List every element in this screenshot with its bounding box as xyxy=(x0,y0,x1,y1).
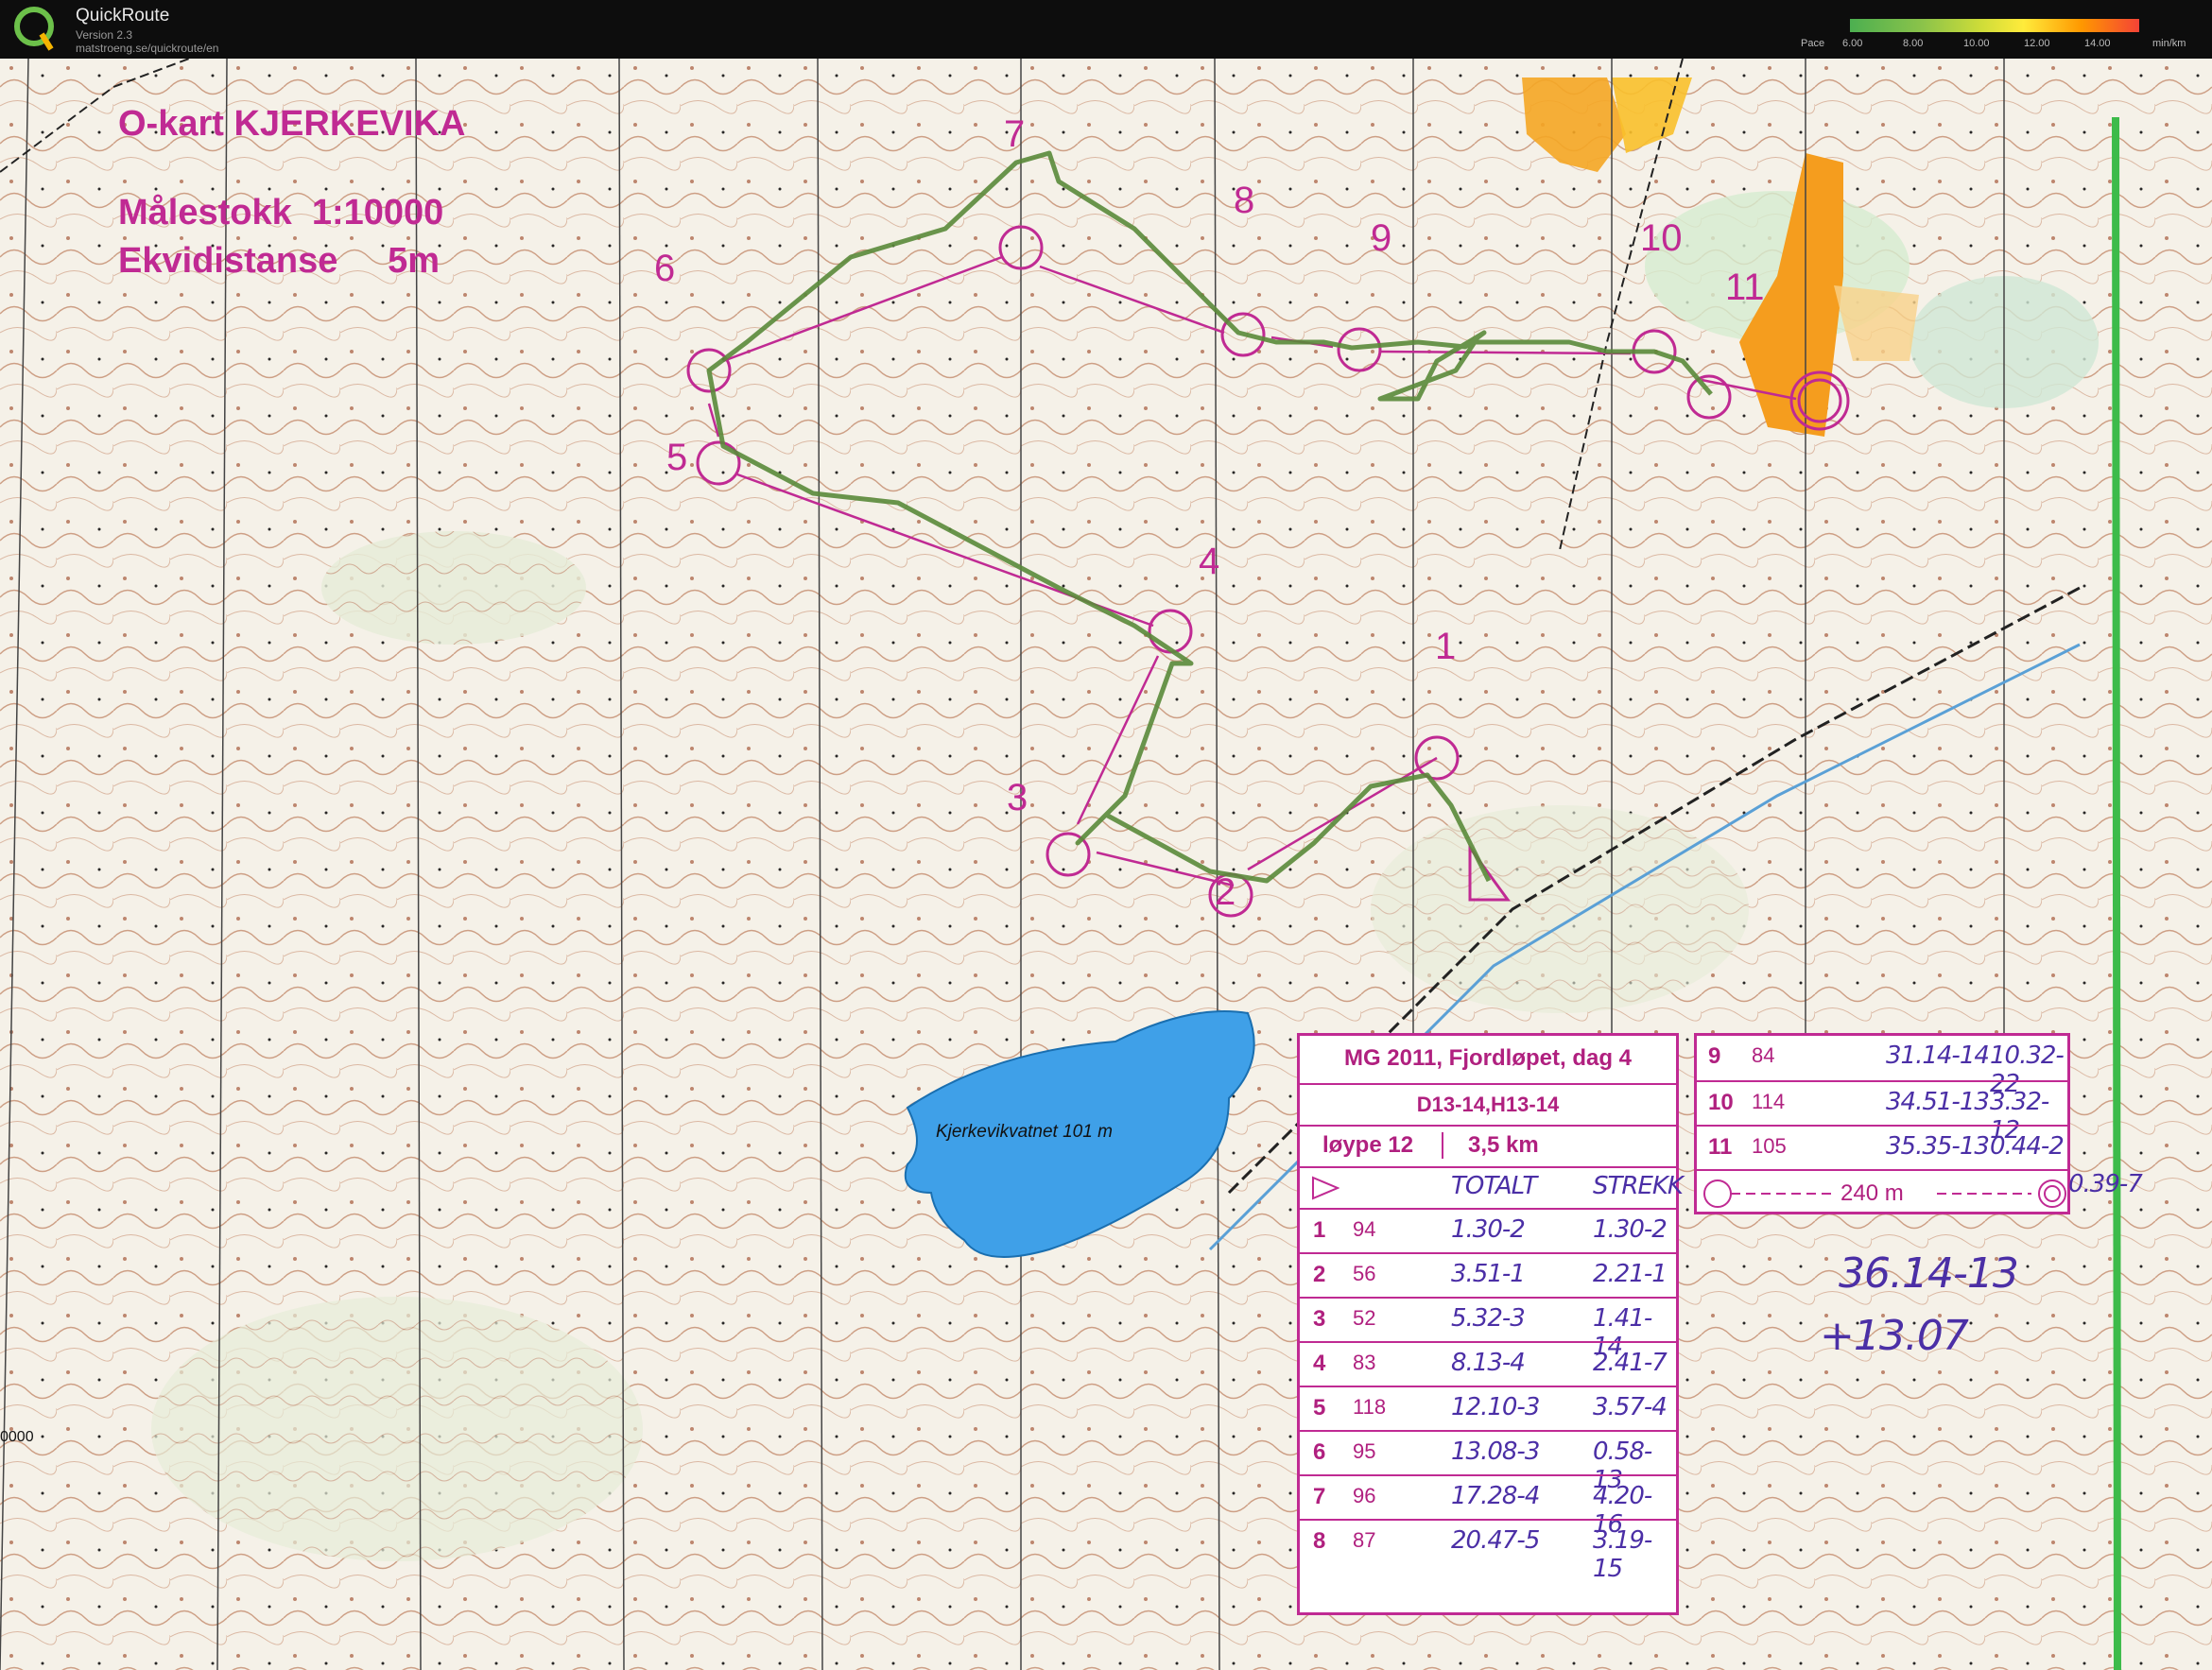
control-code: 95 xyxy=(1353,1439,1376,1463)
control-code: 83 xyxy=(1353,1351,1376,1374)
control-code: 118 xyxy=(1353,1395,1387,1419)
control-row: 2 56 3.51-1 2.21-1 xyxy=(1300,1252,1676,1299)
split-time: 2.21-1 xyxy=(1593,1260,1668,1288)
control-number: 9 xyxy=(1371,217,1392,259)
control-number: 5 xyxy=(666,437,688,478)
control-row: 1 94 1.30-2 1.30-2 xyxy=(1300,1208,1676,1254)
pace-legend: Pace 6.00 8.00 10.00 12.00 14.00 min/km xyxy=(1801,15,2212,53)
total-time: 3.51-1 xyxy=(1451,1260,1526,1288)
app-version: Version 2.3 xyxy=(76,28,133,42)
total-time: 13.08-3 xyxy=(1451,1438,1540,1466)
control-row: 9 84 31.14-14 10.32-22 xyxy=(1697,1036,2067,1098)
total-time: 20.47-5 xyxy=(1451,1526,1540,1555)
control-seq: 4 xyxy=(1313,1351,1326,1376)
control-number: 4 xyxy=(1199,541,1220,582)
map-contour-interval: Ekvidistanse 5m xyxy=(118,241,441,281)
pace-color-scale xyxy=(1850,19,2139,32)
control-code: 105 xyxy=(1752,1134,1787,1158)
course-row: løype 12 3,5 km xyxy=(1300,1125,1676,1166)
total-time: 1.30-2 xyxy=(1451,1215,1526,1244)
control-row: 8 87 20.47-5 3.19-15 xyxy=(1300,1519,1676,1583)
split-time: 1.30-2 xyxy=(1593,1215,1668,1244)
finish-split: 0.39-7 xyxy=(2068,1170,2143,1198)
control-row: 6 95 13.08-3 0.58-13 xyxy=(1300,1430,1676,1494)
control-row: 11 105 35.35-13 0.44-2 xyxy=(1697,1125,2067,1171)
split-time: 2.41-7 xyxy=(1593,1349,1668,1377)
map-edge-label: 0000 xyxy=(0,1429,34,1445)
control-number: 8 xyxy=(1234,180,1255,221)
total-time: 31.14-14 xyxy=(1886,1042,1990,1070)
app-name: QuickRoute xyxy=(76,6,170,26)
control-seq: 8 xyxy=(1313,1528,1326,1554)
total-time: 12.10-3 xyxy=(1451,1393,1540,1421)
course-name: løype 12 xyxy=(1322,1132,1414,1158)
finish-row: 240 m xyxy=(1697,1169,2067,1215)
control-code: 94 xyxy=(1353,1217,1376,1241)
control-row: 10 114 34.51-13 3.32-12 xyxy=(1697,1080,2067,1145)
total-time: 34.51-13 xyxy=(1886,1088,1990,1116)
quickroute-logo-icon xyxy=(14,7,54,51)
total-header: TOTALT xyxy=(1451,1172,1537,1200)
control-number: 11 xyxy=(1725,267,1765,308)
total-time: 35.35-13 xyxy=(1886,1132,1990,1161)
control-row: 4 83 8.13-4 2.41-7 xyxy=(1300,1341,1676,1387)
control-code: 114 xyxy=(1752,1090,1786,1113)
control-code: 96 xyxy=(1353,1484,1376,1507)
control-seq: 2 xyxy=(1313,1262,1326,1287)
control-seq: 5 xyxy=(1313,1395,1326,1420)
course-length: 3,5 km xyxy=(1442,1132,1539,1159)
control-seq: 3 xyxy=(1313,1306,1326,1332)
control-code: 56 xyxy=(1353,1262,1376,1285)
control-code: 87 xyxy=(1353,1528,1376,1552)
event-classes: D13-14,H13-14 xyxy=(1416,1093,1560,1116)
final-time: 36.14-13 xyxy=(1839,1249,2019,1298)
control-number: 10 xyxy=(1640,217,1683,259)
control-number: 7 xyxy=(1004,113,1026,155)
control-number: 6 xyxy=(654,248,676,289)
control-seq: 1 xyxy=(1313,1217,1326,1243)
control-row: 5 118 12.10-3 3.57-4 xyxy=(1300,1386,1676,1432)
app-url[interactable]: matstroeng.se/quickroute/en xyxy=(76,42,218,55)
control-seq: 7 xyxy=(1313,1484,1326,1509)
app-header: QuickRoute Version 2.3 matstroeng.se/qui… xyxy=(0,0,2212,59)
map-scale: Målestokk 1:10000 xyxy=(118,193,444,232)
total-time: 17.28-4 xyxy=(1451,1482,1540,1510)
pace-unit: min/km xyxy=(2152,38,2186,49)
split-time: 3.19-15 xyxy=(1593,1526,1652,1583)
control-row: 7 96 17.28-4 4.20-16 xyxy=(1300,1474,1676,1539)
control-description-sheet: MG 2011, Fjordløpet, dag 4 D13-14,H13-14… xyxy=(1297,1033,1684,1615)
control-row: 3 52 5.32-3 1.41-14 xyxy=(1300,1297,1676,1361)
start-triangle-icon xyxy=(1312,1176,1339,1200)
pace-tick: 6.00 xyxy=(1842,38,1863,49)
finish-distance: 240 m xyxy=(1840,1180,1904,1206)
classes-row: D13-14,H13-14 xyxy=(1300,1083,1676,1125)
map-canvas xyxy=(0,59,2212,1670)
event-name: MG 2011, Fjordløpet, dag 4 xyxy=(1343,1045,1633,1071)
control-number: 2 xyxy=(1215,871,1236,913)
lake-label: Kjerkevikvatnet 101 m xyxy=(936,1122,1113,1142)
pace-tick: 14.00 xyxy=(2084,38,2111,49)
header-row: TOTALT STREKK xyxy=(1300,1166,1684,1208)
control-seq: 9 xyxy=(1708,1043,1721,1069)
control-seq: 11 xyxy=(1708,1134,1733,1160)
control-code: 52 xyxy=(1353,1306,1376,1330)
control-number: 1 xyxy=(1435,626,1457,667)
total-time: 5.32-3 xyxy=(1451,1304,1526,1333)
pace-tick: 10.00 xyxy=(1963,38,1990,49)
split-time: 0.44-2 xyxy=(1990,1132,2065,1161)
control-seq: 10 xyxy=(1708,1090,1734,1115)
time-behind: +13.07 xyxy=(1820,1312,1969,1360)
control-code: 84 xyxy=(1752,1043,1775,1067)
map-title: O-kart KJERKEVIKA xyxy=(118,104,466,144)
pace-label: Pace xyxy=(1801,38,1825,49)
pace-tick: 12.00 xyxy=(2024,38,2050,49)
split-header: STREKK xyxy=(1593,1172,1684,1200)
control-seq: 6 xyxy=(1313,1439,1326,1465)
split-time: 3.57-4 xyxy=(1593,1393,1668,1421)
control-number: 3 xyxy=(1007,777,1028,818)
control-description-sheet-continued: 9 84 31.14-14 10.32-22 10 114 34.51-13 3.32-12 1… xyxy=(1694,1033,2070,1214)
total-time: 8.13-4 xyxy=(1451,1349,1526,1377)
orienteering-map[interactable]: O-kart KJERKEVIKA Målestokk 1:10000 Ekvi… xyxy=(0,59,2212,1670)
pace-tick: 8.00 xyxy=(1903,38,1924,49)
